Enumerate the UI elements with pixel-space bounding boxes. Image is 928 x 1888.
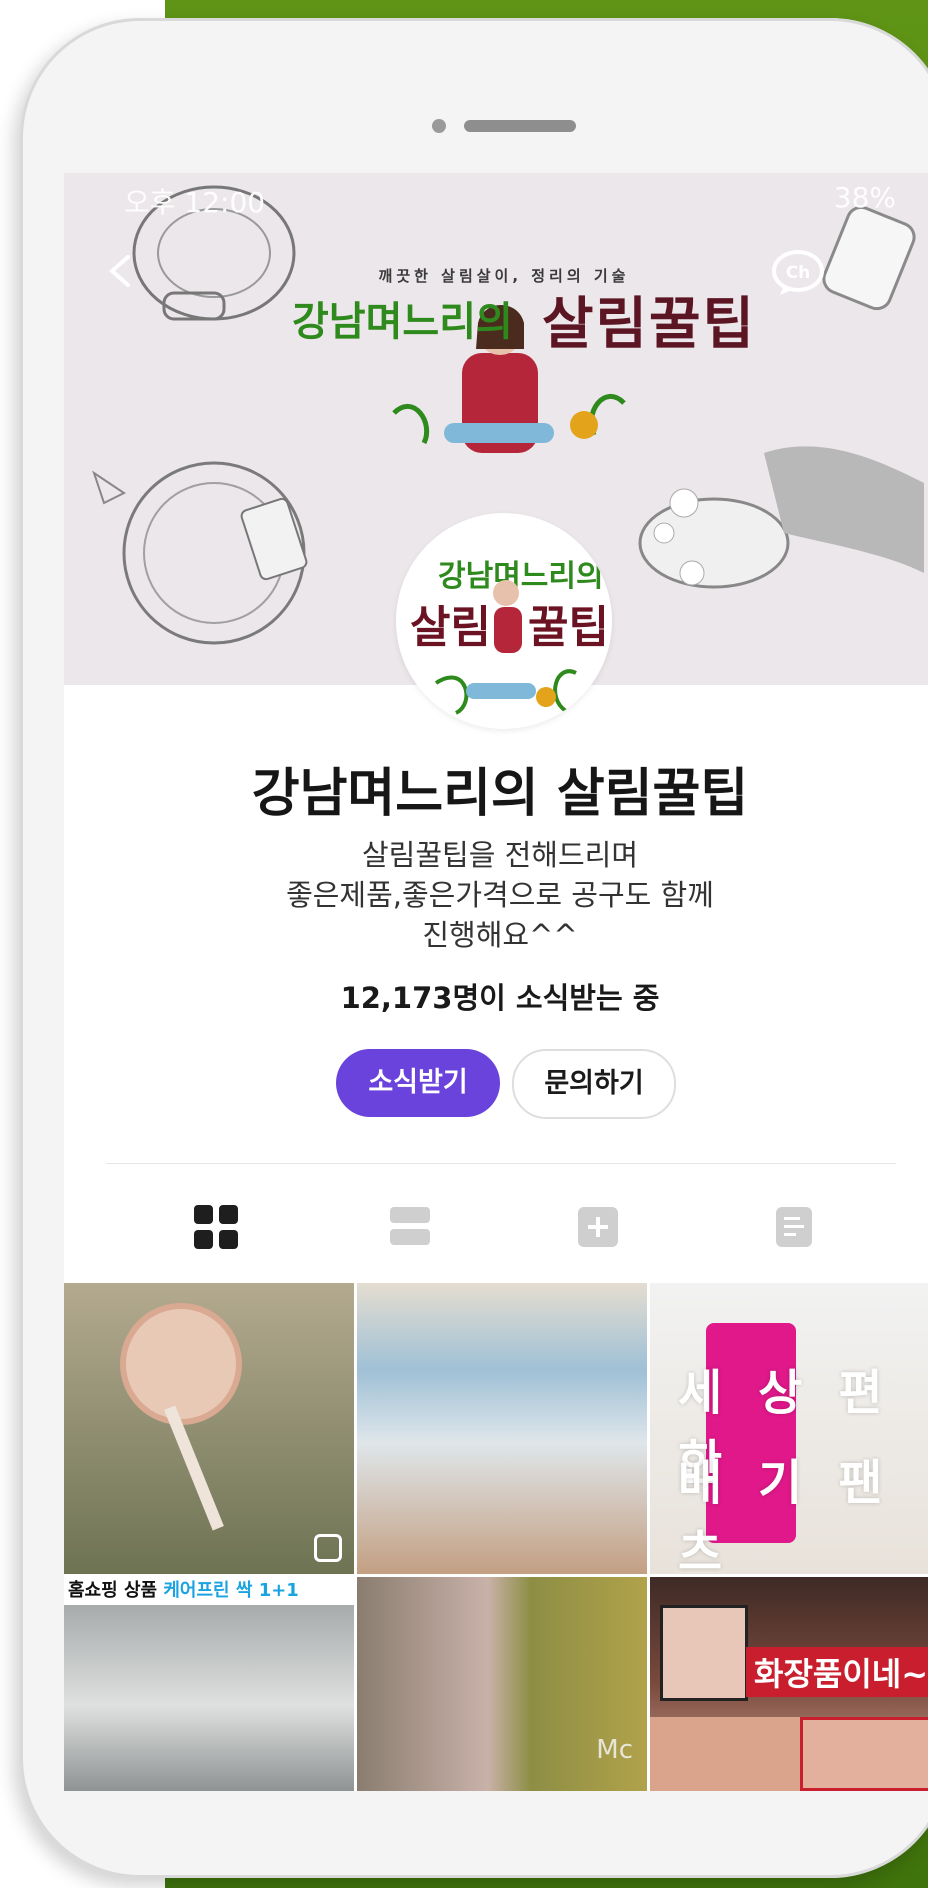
speaker-grille bbox=[464, 120, 576, 132]
post-thumbnail[interactable]: Mc bbox=[357, 1577, 647, 1791]
post-thumbnail[interactable]: 세상편한 배기팬츠 bbox=[650, 1283, 928, 1574]
list-view-icon[interactable] bbox=[386, 1203, 434, 1251]
profile-avatar[interactable]: 강남며느리의 살림 꿀팁 bbox=[396, 513, 612, 729]
post-face-image bbox=[800, 1717, 928, 1791]
subscriber-count: 12,173명이 소식받는 중 bbox=[340, 981, 660, 1015]
post-watermark: Mc bbox=[596, 1735, 633, 1765]
post-grid: 세상편한 배기팬츠 홈쇼핑 상품 케어프린 싹 1+1 Mc 화장품이네~ bbox=[64, 1283, 928, 1791]
post-caption: 화장품이네~ bbox=[746, 1647, 928, 1697]
grid-view-icon[interactable] bbox=[192, 1203, 240, 1251]
inquiry-button[interactable]: 문의하기 bbox=[512, 1049, 676, 1119]
fan-image bbox=[120, 1303, 242, 1425]
cover-brand-green: 강남며느리의 bbox=[292, 298, 513, 345]
camera-dot bbox=[432, 119, 446, 133]
plus-icon[interactable] bbox=[574, 1203, 622, 1251]
subscribe-button[interactable]: 소식받기 bbox=[336, 1049, 500, 1117]
avatar-illustration bbox=[434, 580, 577, 715]
channel-name: 강남며느리의 살림꿀팁 bbox=[251, 764, 749, 824]
channel-icon[interactable]: Ch bbox=[770, 249, 826, 299]
phone-frame: 오후 12:00 38% Ch 깨끗한 살림살이, 정리의 기술 강남며느리의 … bbox=[20, 18, 928, 1878]
post-banner-highlight: 케어프린 싹 1+1 bbox=[163, 1580, 299, 1601]
battery-level: 38% bbox=[833, 181, 896, 214]
post-thumbnail[interactable] bbox=[64, 1283, 354, 1574]
status-bar: 오후 12:00 38% bbox=[64, 173, 928, 219]
fan-pole-image bbox=[164, 1405, 224, 1531]
post-overlay-text: 배기팬츠 bbox=[678, 1455, 919, 1574]
post-thumbnail[interactable]: 홈쇼핑 상품 케어프린 싹 1+1 bbox=[64, 1577, 354, 1791]
cover-brand-maroon: 살림꿀팁 bbox=[542, 292, 757, 357]
description-line: 살림꿀팁을 전해드리며 bbox=[361, 838, 639, 872]
status-time: 오후 12:00 bbox=[124, 186, 266, 219]
post-banner-text: 홈쇼핑 상품 bbox=[68, 1580, 158, 1601]
divider bbox=[106, 1163, 896, 1164]
post-banner: 홈쇼핑 상품 케어프린 싹 1+1 bbox=[68, 1577, 299, 1605]
description-line: 진행해요^^ bbox=[422, 918, 578, 952]
document-icon[interactable] bbox=[770, 1203, 818, 1251]
post-inset-image bbox=[660, 1605, 748, 1701]
channel-description: 살림꿀팁을 전해드리며 좋은제품,좋은가격으로 공구도 함께 진행해요^^ bbox=[64, 835, 928, 955]
post-thumbnail[interactable] bbox=[357, 1283, 647, 1574]
post-face-image bbox=[650, 1717, 800, 1791]
description-line: 좋은제품,좋은가격으로 공구도 함께 bbox=[286, 878, 714, 912]
app-screen: 오후 12:00 38% Ch 깨끗한 살림살이, 정리의 기술 강남며느리의 … bbox=[64, 173, 928, 1791]
post-thumbnail[interactable]: 화장품이네~ bbox=[650, 1577, 928, 1791]
svg-text:Ch: Ch bbox=[786, 263, 811, 283]
multi-image-icon bbox=[314, 1534, 342, 1562]
back-arrow-icon[interactable] bbox=[100, 249, 144, 293]
